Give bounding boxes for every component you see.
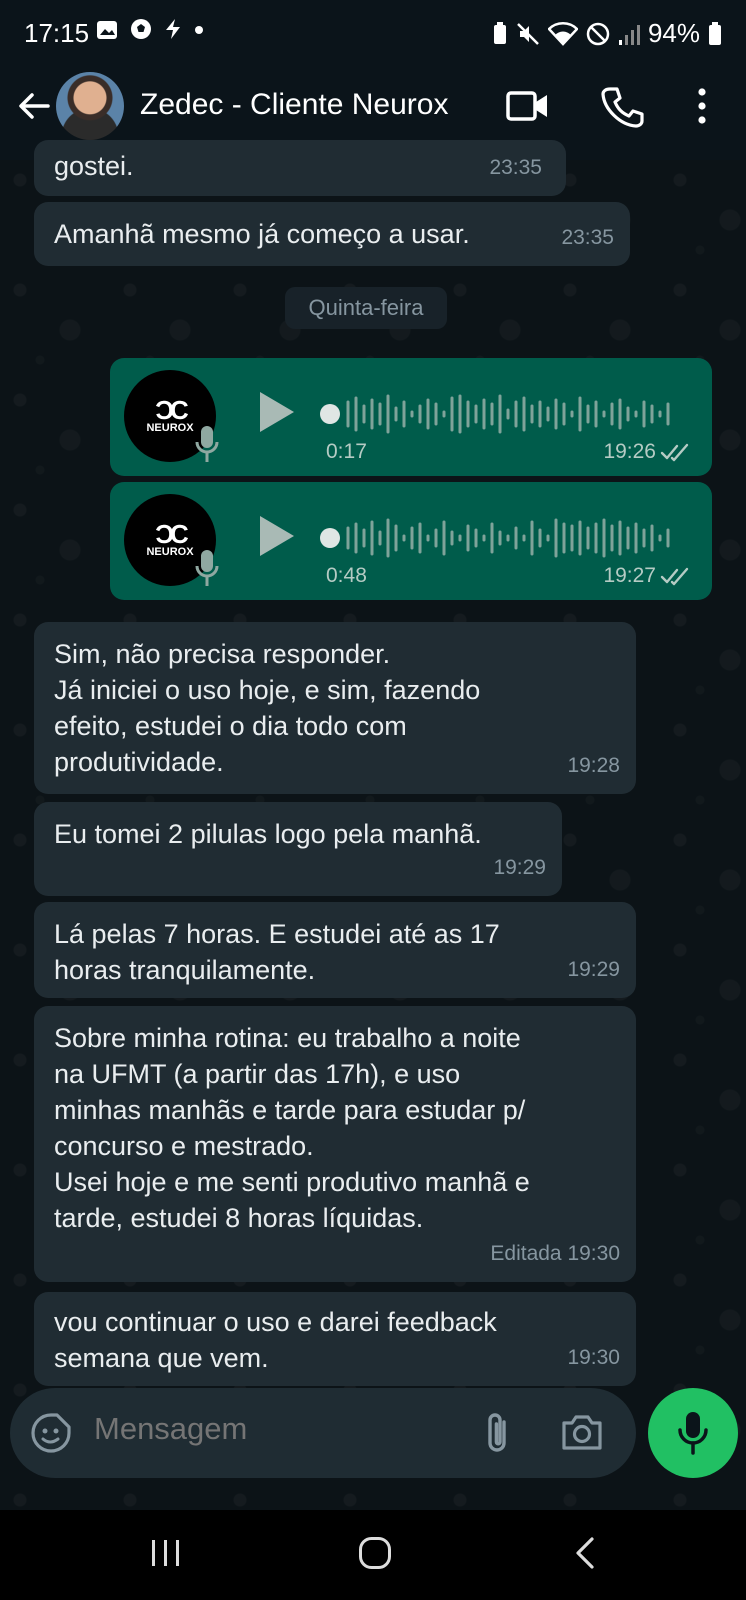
bolt-icon xyxy=(166,19,181,39)
waveform[interactable] xyxy=(320,392,680,436)
message-time: 19:29 xyxy=(493,856,546,879)
wifi-icon xyxy=(547,21,578,46)
sticker-icon[interactable] xyxy=(30,1412,72,1454)
signal-icon xyxy=(618,24,640,45)
audio-duration: 0:17 xyxy=(326,440,367,463)
gallery-icon xyxy=(97,21,117,39)
message-text: Eu tomei 2 pilulas logo pela manhã. xyxy=(54,819,482,849)
date-chip: Quinta-feira xyxy=(285,287,447,329)
logo-text: NEUROX xyxy=(146,546,194,558)
message-bubble[interactable]: Sobre minha rotina: eu trabalho a noite … xyxy=(34,1006,636,1282)
message-time: Editada 19:30 xyxy=(490,1242,620,1265)
battery-percent: 94% xyxy=(647,18,700,48)
play-icon[interactable] xyxy=(258,514,296,558)
audio-duration: 0:48 xyxy=(326,564,367,587)
read-receipt-icon xyxy=(660,443,689,462)
message-bubble[interactable]: Sim, não precisa responder. Já iniciei o… xyxy=(34,622,636,794)
message-text: Lá pelas 7 horas. E estudei até as 17 ho… xyxy=(54,919,500,985)
message-text: vou continuar o uso e darei feedback sem… xyxy=(54,1307,497,1373)
message-composer xyxy=(10,1388,636,1478)
message-bubble[interactable]: vou continuar o uso e darei feedback sem… xyxy=(34,1292,636,1386)
message-bubble[interactable]: Amanhã mesmo já começo a usar. 23:35 xyxy=(34,202,630,266)
back-arrow-icon[interactable] xyxy=(14,86,54,126)
system-nav-bar xyxy=(0,1510,746,1600)
microphone-icon xyxy=(678,1412,708,1455)
message-bubble[interactable]: Eu tomei 2 pilulas logo pela manhã. 19:2… xyxy=(34,802,562,896)
message-text: Sim, não precisa responder. Já iniciei o… xyxy=(54,639,481,777)
status-time: 17:15 xyxy=(24,18,90,48)
waveform[interactable] xyxy=(320,516,680,560)
message-time: 19:28 xyxy=(567,754,620,777)
status-notification-icons xyxy=(96,18,204,46)
video-call-icon[interactable] xyxy=(505,86,549,126)
status-bar: 17:15 94% xyxy=(0,0,746,64)
message-time: 19:26 xyxy=(603,440,656,463)
paperclip-icon[interactable] xyxy=(480,1410,516,1456)
message-text: Sobre minha rotina: eu trabalho a noite … xyxy=(54,1023,530,1233)
phone-call-icon[interactable] xyxy=(600,84,644,128)
play-icon[interactable] xyxy=(258,390,296,434)
battery-saver-icon xyxy=(493,21,506,44)
message-time: 19:30 xyxy=(567,1346,620,1369)
message-input[interactable] xyxy=(92,1410,446,1448)
battery-icon xyxy=(709,21,721,45)
recent-apps-icon[interactable] xyxy=(150,1538,182,1568)
mute-icon xyxy=(517,22,539,45)
voice-record-button[interactable] xyxy=(648,1388,738,1478)
message-time: 23:35 xyxy=(561,226,614,249)
message-bubble[interactable]: gostei. 23:35 xyxy=(34,140,566,196)
soccer-icon xyxy=(131,19,152,39)
logo-text: NEUROX xyxy=(146,422,194,434)
voice-message[interactable]: ƆC NEUROX 0:48 19:27 xyxy=(110,482,712,600)
camera-icon[interactable] xyxy=(560,1412,604,1452)
message-text: gostei. xyxy=(54,151,134,181)
message-time: 19:29 xyxy=(567,958,620,981)
read-receipt-icon xyxy=(660,567,689,586)
avatar[interactable] xyxy=(56,72,124,140)
message-time: 23:35 xyxy=(489,156,542,179)
dnd-icon xyxy=(586,22,610,45)
more-options-icon[interactable] xyxy=(690,84,714,128)
dot-icon xyxy=(195,26,204,34)
microphone-icon xyxy=(195,550,219,586)
contact-name[interactable]: Zedec - Cliente Neurox xyxy=(140,88,448,122)
voice-message[interactable]: ƆC NEUROX 0:17 19:26 xyxy=(110,358,712,476)
home-icon[interactable] xyxy=(358,1536,392,1570)
message-text: Amanhã mesmo já começo a usar. xyxy=(54,219,470,249)
microphone-icon xyxy=(195,426,219,462)
message-bubble[interactable]: Lá pelas 7 horas. E estudei até as 17 ho… xyxy=(34,902,636,998)
status-right: 94% xyxy=(492,18,722,49)
nav-back-icon[interactable] xyxy=(574,1536,596,1570)
message-time: 19:27 xyxy=(603,564,656,587)
